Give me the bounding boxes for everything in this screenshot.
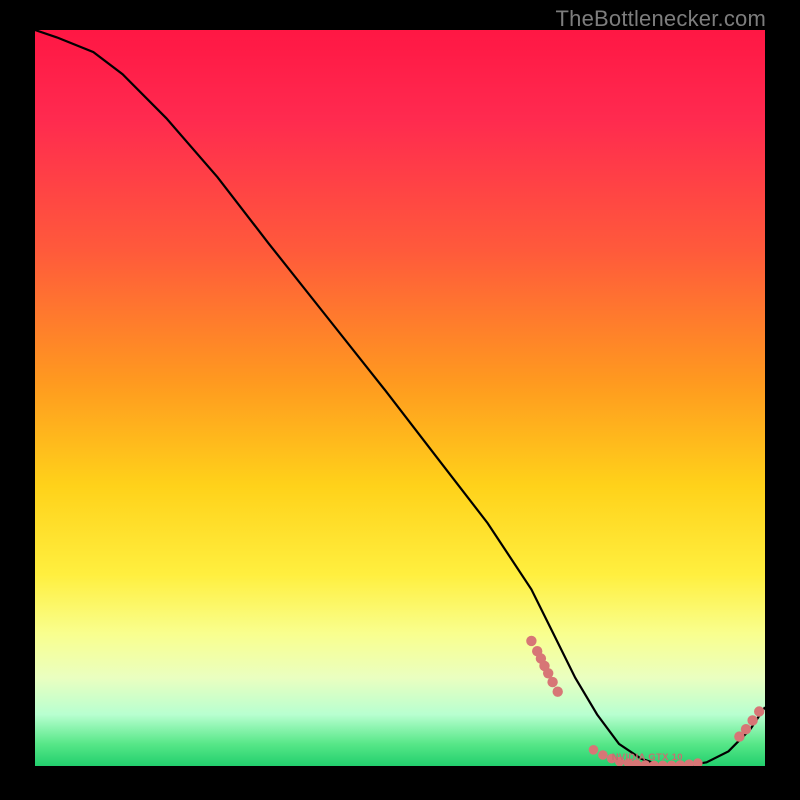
data-point-markers xyxy=(526,636,764,766)
data-point-dot xyxy=(741,724,751,734)
chart-stage: TheBottlenecker.com NVIDIA GTX 10 xyxy=(0,0,800,800)
data-point-dot xyxy=(543,668,553,678)
ribbon-label-text: NVIDIA GTX 10 xyxy=(612,752,683,763)
data-point-dot xyxy=(526,636,536,646)
data-point-dot xyxy=(553,687,563,697)
chart-overlay: NVIDIA GTX 10 xyxy=(35,30,765,766)
data-point-dot xyxy=(684,759,694,766)
data-point-dot xyxy=(754,706,764,716)
data-point-dot xyxy=(598,750,608,760)
data-point-dot xyxy=(589,745,599,755)
attribution-label: TheBottlenecker.com xyxy=(556,6,766,32)
data-point-dot xyxy=(547,677,557,687)
bottleneck-curve xyxy=(35,30,765,766)
data-point-dot xyxy=(693,758,703,766)
data-point-dot xyxy=(747,715,757,725)
